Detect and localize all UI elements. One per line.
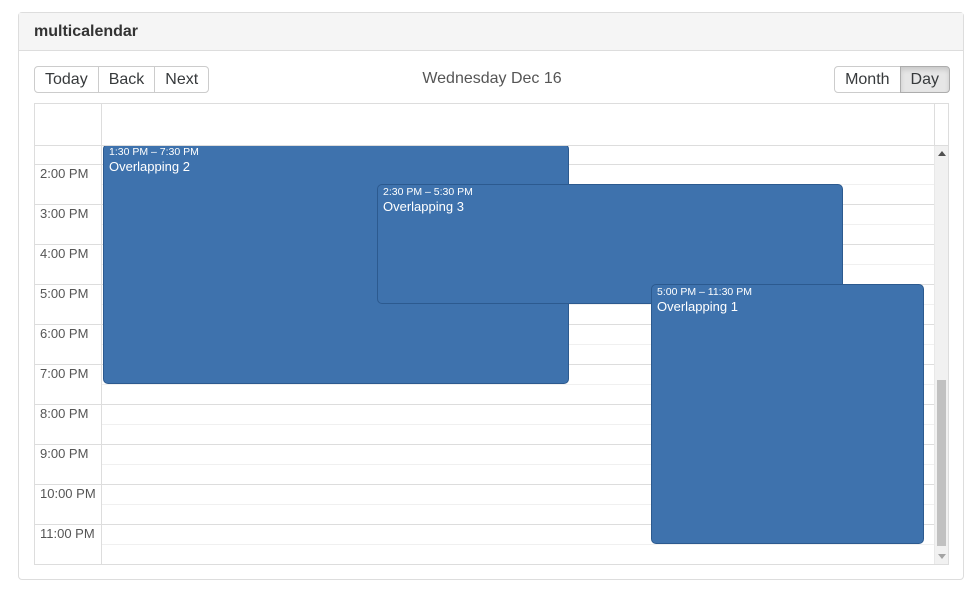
time-slot-label: 3:00 PM [40, 206, 89, 221]
event-title: Overlapping 2 [109, 159, 190, 174]
view-button-group: Month Day [834, 66, 950, 93]
panel-title: multicalendar [19, 13, 963, 51]
scroll-thumb[interactable] [937, 380, 946, 546]
nav-button-group: Today Back Next [34, 66, 210, 93]
time-slot-label: 2:00 PM [40, 166, 89, 181]
time-slot-label: 10:00 PM [40, 486, 96, 501]
scroll-down-arrow-icon[interactable] [938, 554, 946, 559]
time-slot-label: 5:00 PM [40, 286, 89, 301]
calendar-header [35, 104, 948, 146]
today-button[interactable]: Today [34, 66, 99, 93]
day-view-calendar: 2:00 PM 3:00 PM 4:00 PM 5:00 PM 6:00 PM 7:00 … [34, 103, 949, 565]
event-title: Overlapping 1 [657, 299, 738, 314]
back-button[interactable]: Back [97, 66, 156, 93]
time-slot-label: 6:00 PM [40, 326, 89, 341]
scroll-up-arrow-icon[interactable] [938, 151, 946, 156]
next-button[interactable]: Next [154, 66, 210, 93]
time-slot-label: 11:00 PM [40, 526, 95, 541]
event-title: Overlapping 3 [383, 199, 464, 214]
calendar-event[interactable]: 5:00 PM – 11:30 PM Overlapping 1 [651, 284, 924, 544]
time-slot-label: 9:00 PM [40, 446, 89, 461]
time-slot-label: 7:00 PM [40, 366, 89, 381]
vertical-scrollbar[interactable] [934, 146, 948, 564]
time-slot-label: 4:00 PM [40, 246, 89, 261]
time-slot-label: 8:00 PM [40, 406, 89, 421]
event-time: 1:30 PM – 7:30 PM [109, 146, 199, 158]
event-time: 5:00 PM – 11:30 PM [657, 286, 752, 298]
all-day-cell[interactable] [102, 104, 935, 145]
half-hour-line [102, 544, 935, 545]
event-time: 2:30 PM – 5:30 PM [383, 186, 473, 198]
month-view-button[interactable]: Month [834, 66, 901, 93]
time-grid[interactable]: 2:00 PM 3:00 PM 4:00 PM 5:00 PM 6:00 PM 7:00 … [35, 146, 935, 564]
calendar-toolbar: Today Back Next Wednesday Dec 16 Month D… [34, 66, 950, 94]
day-view-button[interactable]: Day [899, 66, 950, 93]
header-gutter [35, 104, 102, 145]
